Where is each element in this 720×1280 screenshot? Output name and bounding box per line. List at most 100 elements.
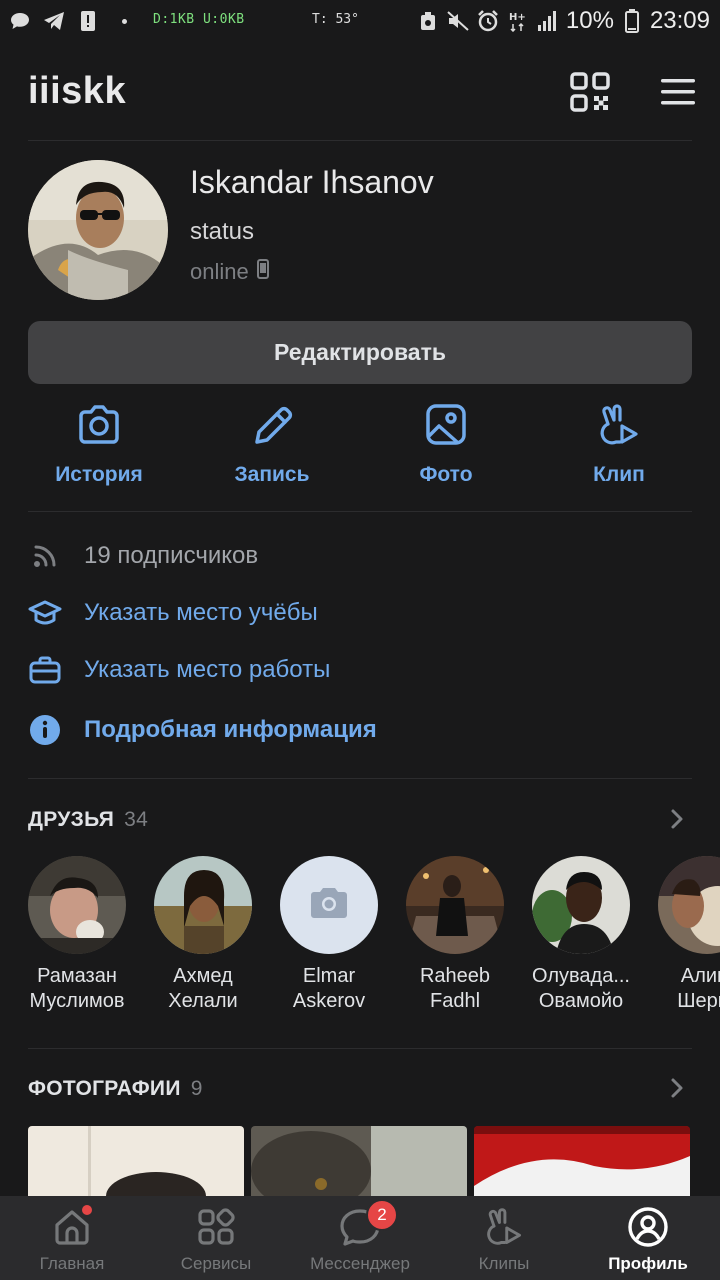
friend-item[interactable]: АлишШерку (644, 856, 720, 1014)
friend-name: Рамазан Муслимов (29, 965, 125, 1012)
mobile-icon (256, 259, 269, 285)
action-label: Запись (234, 463, 310, 486)
tab-clips[interactable]: Клипы (432, 1196, 576, 1280)
mute-icon (446, 9, 470, 33)
alarm-icon (476, 9, 500, 33)
details-link: Подробная информация (84, 716, 377, 743)
action-clip[interactable]: Клип (544, 404, 694, 487)
notification-dot (80, 1203, 94, 1217)
services-icon (194, 1205, 238, 1249)
qr-code-icon[interactable] (568, 70, 612, 114)
quick-actions: История Запись Фото Клип (0, 404, 720, 504)
friend-item[interactable]: Олувада... Овамойо (518, 856, 644, 1014)
tab-label: Профиль (608, 1254, 688, 1273)
tab-label: Сервисы (180, 1254, 252, 1273)
photo-thumbnail[interactable] (251, 1126, 467, 1196)
presence-text: online (190, 259, 249, 284)
clock: 23:09 (649, 7, 710, 34)
avatar[interactable] (28, 160, 168, 300)
tab-label: Клипы (478, 1254, 530, 1273)
header-divider (28, 140, 692, 141)
network-traffic: D:1KB U:0KB (153, 12, 245, 27)
action-post[interactable]: Запись (197, 404, 347, 487)
graduation-cap-icon (28, 596, 62, 630)
friends-divider (28, 1048, 692, 1049)
photos-title: ФОТОГРАФИИ (28, 1077, 181, 1100)
battery-icon (620, 9, 644, 33)
more-notifications-dot (122, 18, 127, 24)
friend-name: Ахмед Хелали (168, 965, 238, 1012)
svg-text:H+: H+ (509, 12, 526, 23)
tab-profile[interactable]: Профиль (576, 1196, 720, 1280)
tab-home[interactable]: Главная (0, 1196, 144, 1280)
chat-bubble-icon (8, 9, 32, 33)
telegram-icon (42, 9, 66, 33)
action-photo[interactable]: Фото (371, 404, 521, 487)
friend-name: АлишШерку (677, 965, 720, 1012)
friend-avatar (154, 856, 252, 954)
friend-avatar (532, 856, 630, 954)
status-bar: D:1KB U:0KB T: 53° H+ 10% 23:09 (0, 0, 720, 44)
rss-icon (28, 539, 62, 573)
friend-avatar (406, 856, 504, 954)
system-icons: H+ 10% 23:09 (416, 7, 710, 35)
friends-title: ДРУЗЬЯ (28, 808, 115, 831)
friend-avatar-placeholder (280, 856, 378, 954)
friend-name: Олувада... Овамойо (532, 965, 630, 1012)
friends-count: 34 (124, 808, 149, 831)
profile-icon (626, 1205, 670, 1249)
friend-item[interactable]: Raheeb Fadhl (392, 856, 518, 1014)
battery-percent: 10% (565, 7, 614, 34)
photo-thumbnail[interactable] (474, 1126, 690, 1196)
study-row[interactable]: Указать место учёбы (28, 593, 318, 633)
friend-item[interactable]: Elmar Askerov (266, 856, 392, 1014)
tab-label: Мессенджер (310, 1254, 410, 1273)
recycle-icon (416, 9, 440, 33)
tab-messenger[interactable]: 2 Мессенджер (288, 1196, 432, 1280)
camera-placeholder-icon (309, 886, 349, 925)
clips-icon (482, 1205, 526, 1249)
details-row[interactable]: Подробная информация (28, 710, 377, 750)
home-icon (50, 1203, 94, 1249)
tab-services[interactable]: Сервисы (144, 1196, 288, 1280)
menu-icon[interactable] (658, 74, 698, 110)
friend-name: Raheeb Fadhl (419, 965, 491, 1012)
friend-item[interactable]: Ахмед Хелали (140, 856, 266, 1014)
friend-name: Elmar Askerov (292, 965, 366, 1012)
profile-name: Iskandar Ihsanov (190, 164, 434, 200)
image-icon (423, 404, 469, 451)
action-label: Фото (419, 463, 473, 486)
unread-badge: 2 (366, 1199, 398, 1231)
friend-item[interactable]: Рамазан Муслимов (14, 856, 140, 1014)
friends-header[interactable]: ДРУЗЬЯ 34 (28, 808, 148, 832)
friend-avatar (658, 856, 720, 954)
chevron-right-icon[interactable] (670, 808, 684, 830)
action-label: История (55, 463, 143, 486)
work-row[interactable]: Указать место работы (28, 650, 330, 690)
chevron-right-icon[interactable] (670, 1077, 684, 1099)
followers-count: 19 подписчиков (84, 542, 259, 569)
add-study-link: Указать место учёбы (84, 599, 318, 626)
photo-thumbnail[interactable] (28, 1126, 244, 1196)
followers-row[interactable]: 19 подписчиков (28, 536, 258, 576)
tab-label: Главная (39, 1254, 105, 1273)
photos-strip (28, 1126, 720, 1196)
info-divider (28, 778, 692, 779)
friends-list: Рамазан Муслимов Ахмед Хелали Elmar Askerov… (0, 856, 720, 1026)
info-icon (28, 713, 62, 747)
edit-profile-button[interactable]: Редактировать (28, 321, 692, 384)
action-story[interactable]: История (24, 404, 174, 487)
profile-status[interactable]: status (190, 218, 254, 246)
alert-icon (76, 9, 100, 33)
page-title: iiiskk (28, 70, 127, 112)
notification-icons (8, 9, 127, 33)
photos-count: 9 (190, 1077, 203, 1100)
photos-header[interactable]: ФОТОГРАФИИ 9 (28, 1077, 203, 1101)
signal-icon (536, 9, 560, 33)
add-work-link: Указать место работы (84, 656, 331, 683)
temperature: T: 53° (312, 12, 359, 27)
app-header: iiiskk (0, 52, 720, 132)
briefcase-icon (28, 653, 62, 687)
bottom-navigation: Главная Сервисы 2 Мессенджер Клипы Профи… (0, 1196, 720, 1280)
camera-icon (76, 404, 122, 451)
